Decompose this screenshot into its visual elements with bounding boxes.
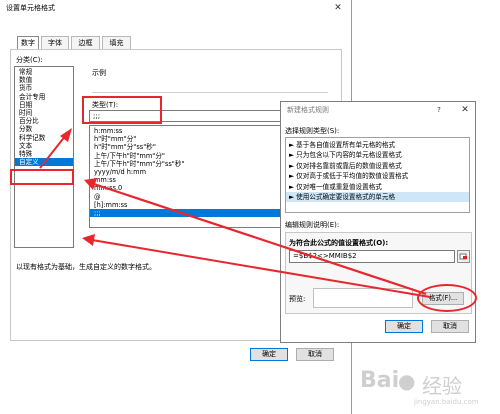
watermark-suffix: 经验: [422, 374, 462, 398]
baidu-watermark: Bai ● 经验 jingyan.baidu.com: [360, 368, 500, 414]
paw-icon: ●: [398, 369, 416, 393]
watermark-brand: Bai: [360, 368, 400, 393]
watermark-url: jingyan.baidu.com: [414, 398, 479, 406]
annotation-arrows: [39, 128, 431, 298]
